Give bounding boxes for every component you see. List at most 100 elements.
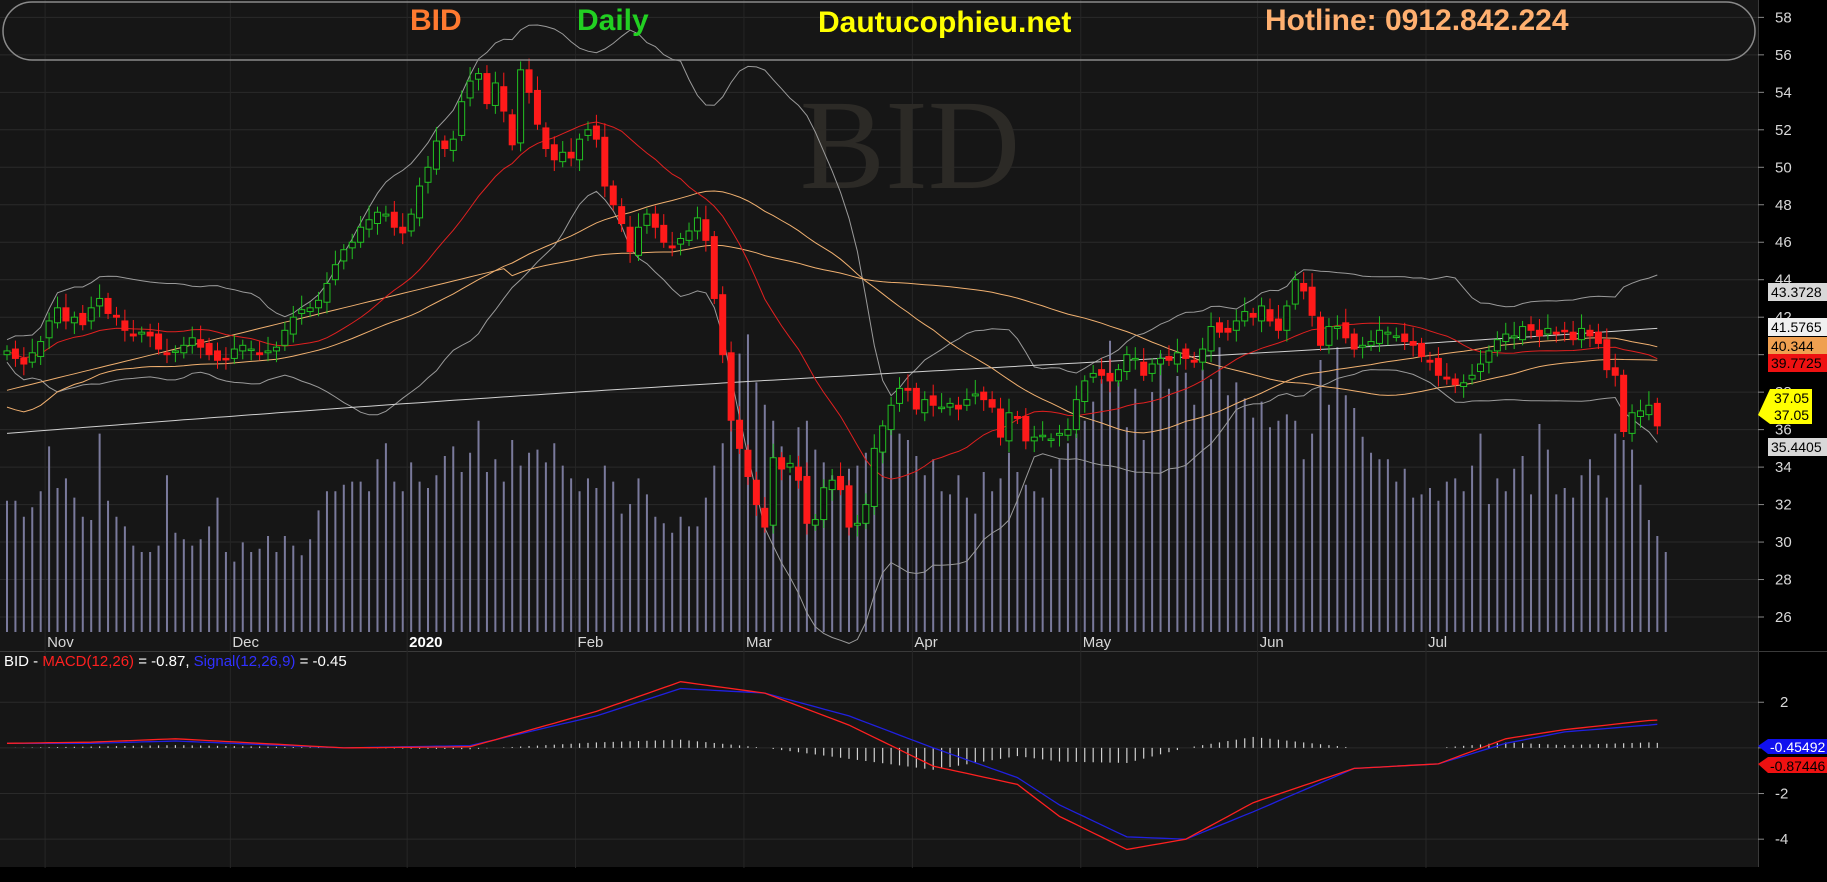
- candle-body: [382, 213, 390, 217]
- candle-body: [980, 391, 988, 401]
- candle-body: [1325, 326, 1333, 346]
- tag-ma-short: 39.7725: [1768, 354, 1827, 372]
- site-title: Dautucophieu.net: [818, 6, 1071, 39]
- price-tick-label: 50: [1775, 159, 1792, 176]
- candle-body: [87, 307, 95, 322]
- price-tick-label: 28: [1775, 572, 1792, 589]
- candle-body: [1098, 369, 1106, 376]
- candle-body: [1384, 331, 1392, 335]
- candle-body: [912, 387, 920, 410]
- candle-body: [1131, 357, 1139, 361]
- candle-body: [483, 73, 491, 105]
- date-tick-label: Apr: [914, 634, 937, 651]
- candle-body: [508, 114, 516, 146]
- candle-body: [1367, 341, 1375, 346]
- candle-body: [1173, 352, 1181, 365]
- candle-body: [929, 395, 937, 406]
- candle-body: [315, 299, 323, 309]
- candle-body: [609, 185, 617, 206]
- candle-body: [1089, 372, 1097, 378]
- date-tick-label: May: [1083, 634, 1112, 651]
- candle-body: [171, 350, 179, 353]
- candle-body: [904, 387, 912, 391]
- candle-body: [230, 348, 238, 359]
- candle-body: [390, 211, 398, 228]
- macd-legend-value: = -0.87,: [134, 653, 194, 670]
- candle-body: [828, 479, 836, 491]
- tag-ma-short-text: 39.7725: [1771, 355, 1822, 371]
- candle-body: [45, 320, 53, 339]
- candle-body: [576, 138, 584, 161]
- date-tick-label: Nov: [47, 634, 74, 651]
- candle-body: [3, 350, 11, 356]
- candle-body: [761, 507, 769, 528]
- candle-body: [811, 519, 819, 526]
- price-tick-label: 52: [1775, 122, 1792, 139]
- candle-body: [458, 101, 466, 136]
- date-tick-label: 2020: [409, 634, 442, 651]
- candle-body: [1274, 318, 1282, 331]
- price-tick-label: 46: [1775, 234, 1792, 251]
- candle-body: [373, 211, 381, 224]
- candle-body: [1190, 359, 1198, 363]
- candle-body: [1350, 333, 1358, 350]
- candle-body: [1544, 327, 1552, 335]
- candle-body: [449, 138, 457, 151]
- candle-body: [963, 399, 971, 406]
- candle-body: [1527, 324, 1535, 331]
- candle-body: [1628, 412, 1636, 434]
- candle-body: [289, 316, 297, 335]
- candle-body: [365, 219, 373, 230]
- candle: [719, 286, 727, 364]
- candle-body: [1485, 350, 1493, 363]
- candle-body: [769, 457, 777, 526]
- tag-ma-long-text: 41.5765: [1771, 319, 1822, 335]
- candle-body: [1106, 372, 1114, 382]
- candle-body: [1653, 402, 1661, 427]
- candle: [710, 230, 718, 305]
- candle-body: [112, 314, 120, 318]
- candle-body: [1569, 331, 1577, 341]
- candle-body: [1224, 327, 1232, 333]
- date-tick-label: Feb: [578, 634, 604, 651]
- candle-body: [1510, 335, 1518, 339]
- tag-ma-long: 41.5765: [1768, 318, 1827, 336]
- candle-body: [1047, 438, 1055, 441]
- candle-body: [1375, 329, 1383, 344]
- candle-body: [1561, 329, 1569, 333]
- candle-body: [475, 73, 483, 80]
- macd-tick-label: -4: [1775, 831, 1788, 848]
- candle-body: [1586, 329, 1594, 337]
- candle-body: [1578, 327, 1586, 341]
- candle-body: [104, 297, 112, 314]
- tag-close-text-a: 37.05: [1774, 390, 1809, 406]
- candle: [508, 109, 516, 151]
- candle-body: [1182, 348, 1190, 359]
- candle-body: [702, 219, 710, 241]
- candle-body: [668, 245, 676, 249]
- candle-body: [584, 129, 592, 136]
- candle-body: [500, 86, 508, 112]
- candle-body: [1477, 363, 1484, 373]
- candle-body: [416, 185, 424, 219]
- candle-body: [1611, 367, 1619, 376]
- candle-body: [1207, 326, 1215, 352]
- candle-body: [121, 320, 129, 331]
- candle-body: [946, 402, 954, 408]
- candle-body: [870, 447, 878, 507]
- candle-body: [1283, 305, 1291, 331]
- candle-body: [62, 307, 70, 322]
- candle-body: [306, 307, 314, 313]
- candle-body: [677, 237, 685, 245]
- candle-body: [1072, 399, 1080, 431]
- candle-body: [660, 224, 668, 243]
- stock-chart: BID BID Daily Dautucophieu.net Hotline: …: [0, 0, 1827, 882]
- date-tick-label: Dec: [232, 634, 259, 651]
- price-tick-label: 26: [1775, 609, 1792, 626]
- candle-body: [896, 387, 904, 404]
- candle-body: [887, 404, 895, 431]
- candle-body: [820, 487, 828, 521]
- tag-signal: -0.45492: [1758, 739, 1827, 755]
- candle-body: [778, 457, 786, 470]
- candle-body: [180, 344, 188, 354]
